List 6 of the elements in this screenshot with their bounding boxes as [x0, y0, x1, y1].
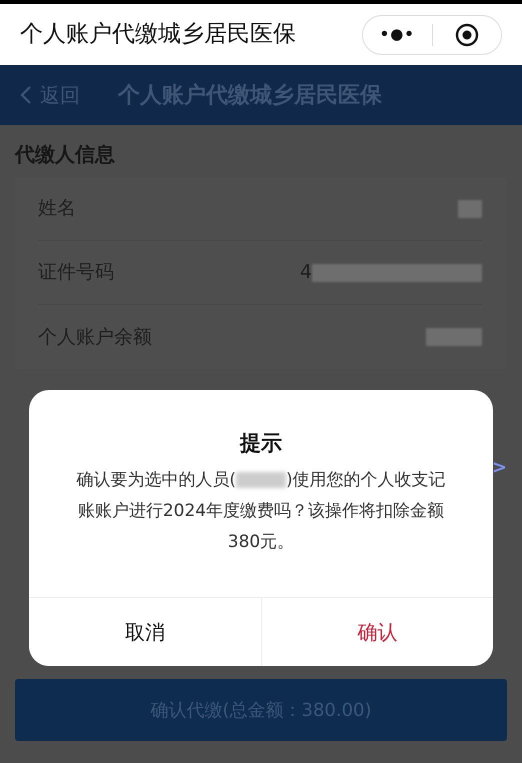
chevron[interactable]: > — [492, 454, 507, 481]
dialog-message: 确认要为选中的人员( )使用您的个人收支记账账户进行2024年度缴费吗？该操作将扣除金额380元。 — [75, 468, 447, 554]
dialog-title: 提示 — [238, 430, 283, 457]
more-button[interactable]: •●• — [363, 23, 432, 46]
page-title: 个人账户代缴城乡居民医保 — [20, 20, 296, 50]
confirm-button[interactable]: 确认 — [260, 598, 493, 666]
